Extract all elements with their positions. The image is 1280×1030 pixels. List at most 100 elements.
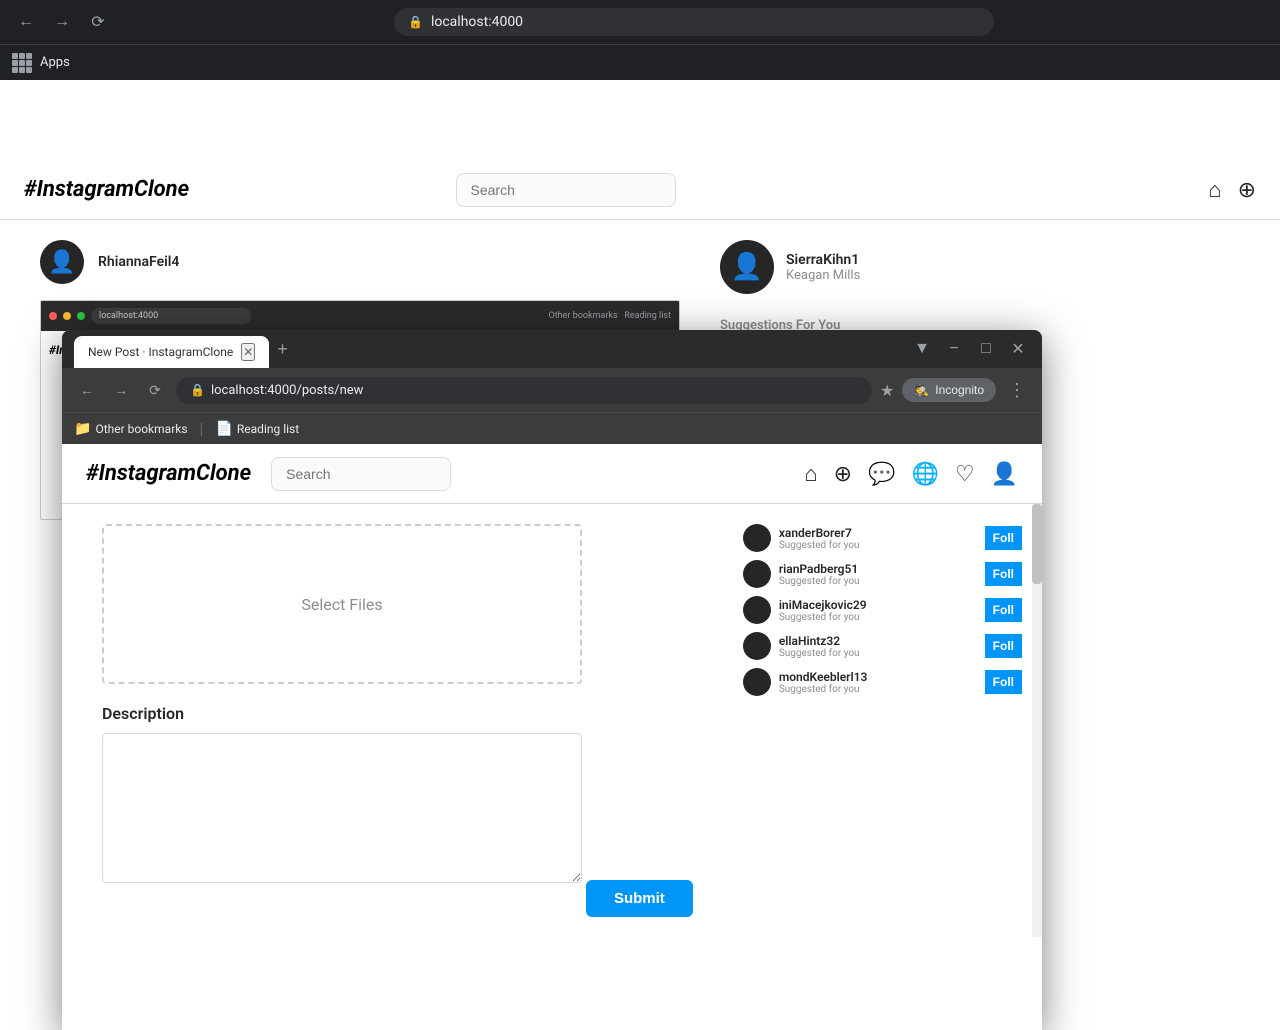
popup-add-btn[interactable]: ⊕ xyxy=(834,461,852,487)
popup-globe-btn[interactable]: 🌐 xyxy=(911,461,938,487)
popup-forward-button[interactable]: → xyxy=(108,377,134,403)
tab-title: New Post · InstagramClone xyxy=(88,345,233,359)
reload-button[interactable]: ⟳ xyxy=(84,8,112,36)
main-brand: #InstagramClone xyxy=(24,177,189,202)
popup-browser-window: New Post · InstagramClone ✕ + ▼ − □ ✕ ← … xyxy=(62,330,1042,1030)
popup-heart-btn[interactable]: ♡ xyxy=(955,461,975,487)
popup-scrollbar-thumb xyxy=(1032,504,1042,584)
main-nav-icons: ⌂ ⊕ xyxy=(1208,177,1256,203)
address-bar[interactable]: 🔒 localhost:4000 xyxy=(394,8,994,36)
popup-window-controls: ▼ − □ ✕ xyxy=(910,337,1030,361)
popup-form-area: Select Files Description Submit xyxy=(62,504,733,937)
popup-sugg-avatar-3 xyxy=(743,632,771,660)
select-files-label: Select Files xyxy=(301,595,382,614)
popup-sugg-avatar-4 xyxy=(743,668,771,696)
close-button[interactable]: ✕ xyxy=(1006,337,1030,361)
popup-brand: #InstagramClone xyxy=(86,461,251,486)
popup-follow-btn-2[interactable]: Foll xyxy=(985,598,1022,622)
tab-close-button[interactable]: ✕ xyxy=(241,343,255,361)
sidebar-fullname: Keagan Mills xyxy=(786,268,860,283)
lock-icon: 🔒 xyxy=(408,15,423,29)
reading-list-icon: 📄 xyxy=(215,421,232,437)
popup-follow-btn-0[interactable]: Foll xyxy=(985,526,1022,550)
popup-suggestion-3: ellaHintz32 Suggested for you Foll xyxy=(743,632,1022,660)
popup-search-input[interactable] xyxy=(271,457,451,491)
popup-address-bar: ← → ⟳ 🔒 localhost:4000/posts/new ★ 🕵 Inc… xyxy=(62,368,1042,412)
incognito-icon: 🕵 xyxy=(914,383,929,397)
popup-follow-btn-3[interactable]: Foll xyxy=(985,634,1022,658)
popup-sugg-sub-3: Suggested for you xyxy=(779,648,977,659)
popup-right-suggestions: xanderBorer7 Suggested for you Foll rian… xyxy=(733,504,1032,937)
outer-browser-chrome: ← → ⟳ 🔒 localhost:4000 xyxy=(0,0,1280,44)
main-search-input[interactable] xyxy=(456,173,676,207)
popup-suggestion-0: xanderBorer7 Suggested for you Foll xyxy=(743,524,1022,552)
incognito-button[interactable]: 🕵 Incognito xyxy=(902,378,996,402)
popup-page-content: #InstagramClone ⌂ ⊕ 💬 🌐 ♡ 👤 Select Files… xyxy=(62,444,1042,1030)
folder-icon: 📁 xyxy=(74,421,91,437)
apps-label: Apps xyxy=(40,55,70,70)
popup-sugg-name-3: ellaHintz32 xyxy=(779,634,977,648)
maximize-button[interactable]: □ xyxy=(974,337,998,361)
bookmark-other-label: Other bookmarks xyxy=(95,422,187,436)
sidebar-avatar: 👤 xyxy=(720,240,774,294)
popup-suggestion-4: mondKeeblerl13 Suggested for you Foll xyxy=(743,668,1022,696)
popup-bookmark-star[interactable]: ★ xyxy=(880,381,894,400)
popup-sugg-avatar-0 xyxy=(743,524,771,552)
popup-sugg-name-2: iniMacejkovic29 xyxy=(779,598,977,612)
popup-messages-btn[interactable]: 💬 xyxy=(868,461,895,487)
active-tab[interactable]: New Post · InstagramClone ✕ xyxy=(74,336,269,368)
tab-area: New Post · InstagramClone ✕ + xyxy=(74,330,902,368)
popup-body: Select Files Description Submit xanderBo… xyxy=(62,504,1042,937)
home-icon-btn[interactable]: ⌂ xyxy=(1208,177,1221,203)
popup-url-text: localhost:4000/posts/new xyxy=(211,383,858,398)
apps-grid-icon[interactable] xyxy=(12,53,32,73)
incognito-label: Incognito xyxy=(935,383,984,397)
file-upload-box[interactable]: Select Files xyxy=(102,524,582,684)
popup-sugg-info-0: xanderBorer7 Suggested for you xyxy=(779,526,977,551)
popup-follow-btn-4[interactable]: Foll xyxy=(985,670,1022,694)
popup-sugg-info-1: rianPadberg51 Suggested for you xyxy=(779,562,977,587)
popup-bookmarks-bar: 📁 Other bookmarks | 📄 Reading list xyxy=(62,412,1042,444)
popup-sugg-info-2: iniMacejkovic29 Suggested for you xyxy=(779,598,977,623)
tabs-dropdown-button[interactable]: ▼ xyxy=(910,337,934,361)
popup-menu-button[interactable]: ⋮ xyxy=(1004,376,1030,405)
sidebar-user: 👤 SierraKihn1 Keagan Mills xyxy=(720,240,1040,294)
apps-bar: Apps xyxy=(0,44,1280,80)
popup-inner-nav: #InstagramClone ⌂ ⊕ 💬 🌐 ♡ 👤 xyxy=(62,444,1042,504)
submit-button[interactable]: Submit xyxy=(586,880,693,917)
bookmark-other[interactable]: 📁 Other bookmarks xyxy=(74,421,188,437)
popup-sugg-info-3: ellaHintz32 Suggested for you xyxy=(779,634,977,659)
add-post-icon-btn[interactable]: ⊕ xyxy=(1238,177,1256,203)
popup-back-button[interactable]: ← xyxy=(74,377,100,403)
popup-reload-button[interactable]: ⟳ xyxy=(142,377,168,403)
popup-sugg-name-1: rianPadberg51 xyxy=(779,562,977,576)
description-label: Description xyxy=(102,704,693,723)
popup-sugg-sub-1: Suggested for you xyxy=(779,576,977,587)
popup-sugg-name-0: xanderBorer7 xyxy=(779,526,977,540)
sidebar-username: SierraKihn1 xyxy=(786,252,860,268)
minimize-button[interactable]: − xyxy=(942,337,966,361)
feed-user-header: 👤 RhiannaFeil4 xyxy=(40,240,680,284)
popup-suggestion-1: rianPadberg51 Suggested for you Foll xyxy=(743,560,1022,588)
popup-profile-btn[interactable]: 👤 xyxy=(991,461,1018,487)
popup-lock-icon: 🔒 xyxy=(190,383,205,397)
bookmark-reading-label: Reading list xyxy=(237,422,299,436)
feed-username: RhiannaFeil4 xyxy=(98,254,179,270)
popup-sugg-avatar-1 xyxy=(743,560,771,588)
popup-follow-btn-1[interactable]: Foll xyxy=(985,562,1022,586)
bookmark-reading[interactable]: 📄 Reading list xyxy=(215,421,299,437)
popup-sugg-avatar-2 xyxy=(743,596,771,624)
popup-address-input[interactable]: 🔒 localhost:4000/posts/new xyxy=(176,377,872,404)
popup-sugg-name-4: mondKeeblerl13 xyxy=(779,670,977,684)
popup-home-btn[interactable]: ⌂ xyxy=(804,461,817,487)
address-text: localhost:4000 xyxy=(431,14,523,30)
popup-suggestion-2: iniMacejkovic29 Suggested for you Foll xyxy=(743,596,1022,624)
forward-button[interactable]: → xyxy=(48,8,76,36)
description-textarea[interactable] xyxy=(102,733,582,883)
popup-scrollbar[interactable] xyxy=(1032,504,1042,937)
feed-avatar: 👤 xyxy=(40,240,84,284)
popup-sugg-sub-4: Suggested for you xyxy=(779,684,977,695)
popup-sugg-sub-0: Suggested for you xyxy=(779,540,977,551)
back-button[interactable]: ← xyxy=(12,8,40,36)
new-tab-button[interactable]: + xyxy=(277,330,288,368)
